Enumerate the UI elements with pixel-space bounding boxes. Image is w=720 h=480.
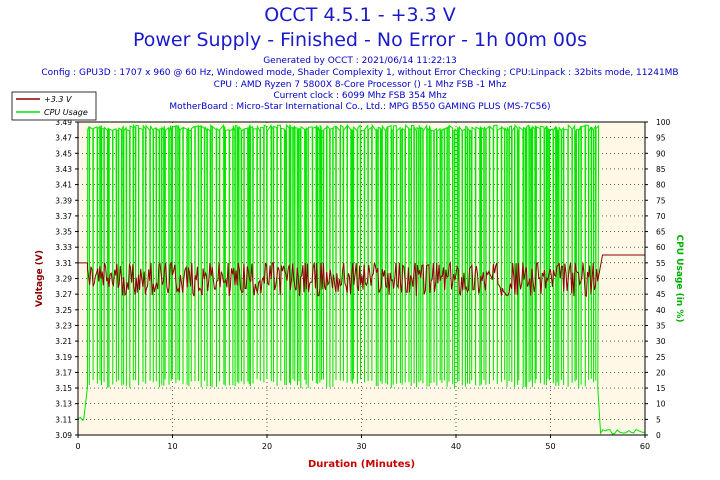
- y2-tick-label: 95: [656, 134, 666, 143]
- y-tick-label: 3.35: [55, 228, 72, 237]
- y2-tick-label: 65: [656, 228, 666, 237]
- x-tick-label: 30: [356, 442, 366, 451]
- y-tick-label: 3.47: [55, 134, 72, 143]
- y2-tick-label: 30: [656, 337, 666, 346]
- x-tick-label: 40: [451, 442, 461, 451]
- y-tick-label: 3.11: [55, 415, 72, 424]
- y-tick-label: 3.39: [55, 196, 72, 205]
- x-tick-label: 60: [640, 442, 650, 451]
- y-tick-label: 3.43: [55, 165, 72, 174]
- y2-tick-label: 35: [656, 321, 666, 330]
- y2-tick-label: 100: [656, 118, 671, 127]
- y-tick-label: 3.13: [55, 400, 72, 409]
- y2-tick-label: 20: [656, 368, 666, 377]
- y2-tick-label: 45: [656, 290, 666, 299]
- y-tick-label: 3.45: [55, 149, 72, 158]
- y2-tick-label: 75: [656, 196, 666, 205]
- y-tick-label: 3.33: [55, 243, 72, 252]
- y-tick-label: 3.37: [55, 212, 72, 221]
- x-tick-label: 10: [167, 442, 177, 451]
- y-tick-label: 3.21: [55, 337, 72, 346]
- x-tick-label: 0: [75, 442, 80, 451]
- y2-tick-label: 90: [656, 149, 666, 158]
- y2-tick-label: 70: [656, 212, 666, 221]
- y2-tick-label: 60: [656, 243, 666, 252]
- y2-tick-label: 5: [656, 415, 661, 424]
- y-tick-label: 3.25: [55, 306, 72, 315]
- y2-tick-label: 50: [656, 275, 666, 284]
- y2-tick-label: 40: [656, 306, 666, 315]
- y-tick-label: 3.29: [55, 275, 72, 284]
- y-axis-label: Voltage (V): [35, 250, 45, 307]
- y-tick-label: 3.09: [55, 431, 72, 440]
- y2-tick-label: 10: [656, 400, 666, 409]
- y2-tick-label: 85: [656, 165, 666, 174]
- x-tick-label: 50: [545, 442, 555, 451]
- y-tick-label: 3.15: [55, 384, 72, 393]
- y2-tick-label: 80: [656, 181, 666, 190]
- y-tick-label: 3.31: [55, 259, 72, 268]
- y-tick-label: 3.19: [55, 353, 72, 362]
- y2-tick-label: 25: [656, 353, 666, 362]
- legend-voltage-label: +3.3 V: [44, 95, 72, 104]
- y2-axis-label: CPU Usage (in %): [674, 235, 684, 323]
- y2-tick-label: 0: [656, 431, 661, 440]
- legend-cpu-label: CPU Usage: [44, 108, 88, 117]
- y2-tick-label: 55: [656, 259, 666, 268]
- chart-canvas: 3.09 3.11 3.13 3.15 3.17 3.19 3.21 3.23 3.25 3.27…: [11, 91, 684, 470]
- y-tick-label: 3.23: [55, 321, 72, 330]
- y-tick-label: 3.27: [55, 290, 72, 299]
- y-tick-label: 3.17: [55, 368, 72, 377]
- y-tick-label: 3.41: [55, 181, 72, 190]
- x-axis-label: Duration (Minutes): [308, 459, 415, 470]
- y2-tick-label: 15: [656, 384, 666, 393]
- x-tick-label: 20: [262, 442, 272, 451]
